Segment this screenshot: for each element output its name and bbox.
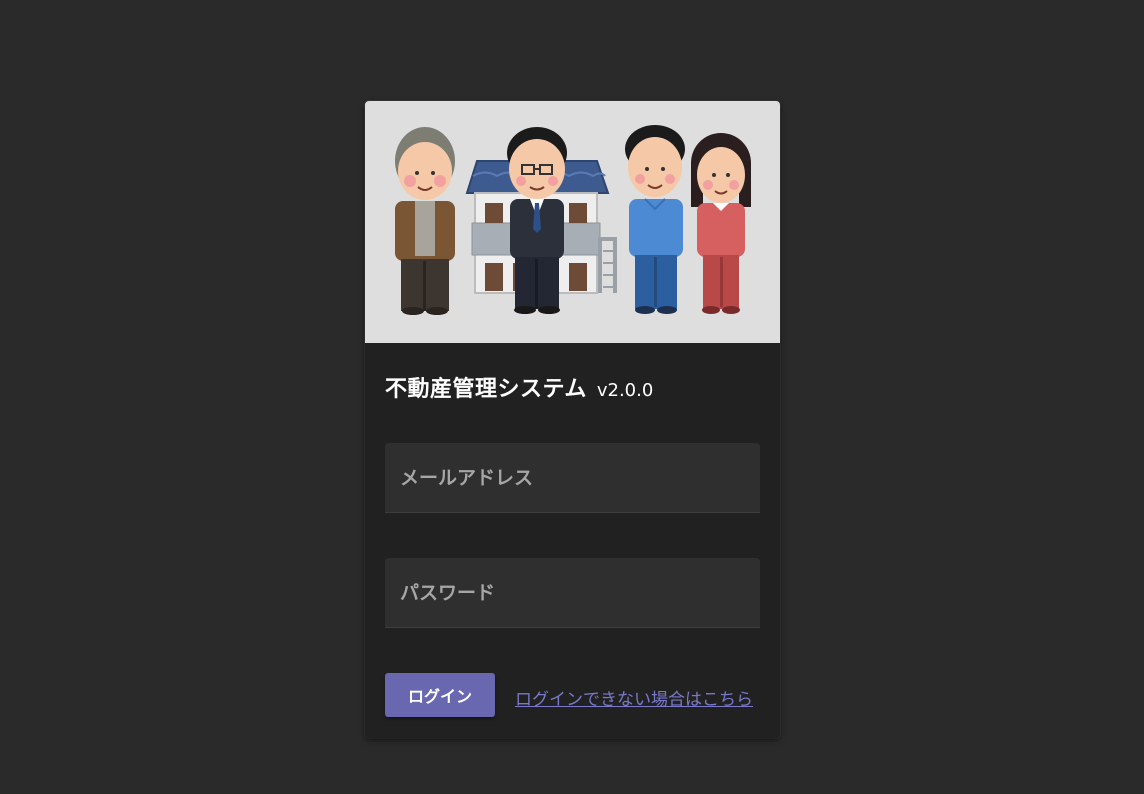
password-field[interactable] <box>385 558 760 627</box>
woman-figure-icon <box>691 133 751 314</box>
app-title: 不動産管理システム <box>385 377 587 402</box>
email-field-container <box>385 443 760 513</box>
login-help-link[interactable]: ログインできない場合はこちら <box>515 685 753 710</box>
old-man-figure-icon <box>395 127 455 315</box>
app-version: v2.0.0 <box>596 380 654 401</box>
young-man-figure-icon <box>625 125 685 314</box>
email-field[interactable] <box>385 443 760 512</box>
hero-image <box>365 101 780 343</box>
login-card: 不動産管理システム v2.0.0 ログイン ログインできない場合はこちら <box>365 101 780 738</box>
people-house-illustration-icon <box>395 125 751 315</box>
password-field-container <box>385 558 760 628</box>
title-row: 不動産管理システム v2.0.0 <box>385 371 653 403</box>
login-button[interactable]: ログイン <box>385 673 495 717</box>
businessman-figure-icon <box>507 127 567 314</box>
